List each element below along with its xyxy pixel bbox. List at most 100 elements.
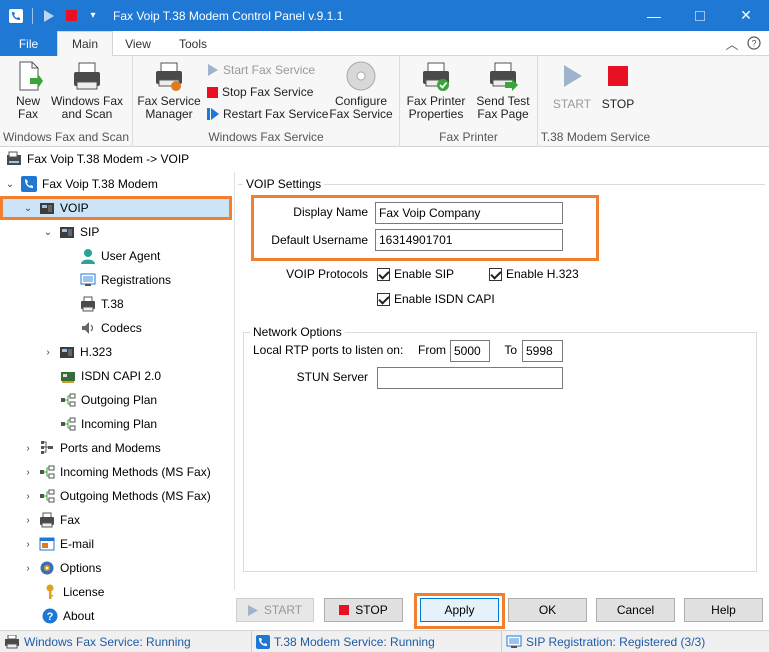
tree-item-root[interactable]: ⌄ Fax Voip T.38 Modem xyxy=(4,172,158,196)
minimize-icon[interactable]: — xyxy=(631,0,677,31)
tree-label: H.323 xyxy=(80,345,113,359)
help-button[interactable]: Help xyxy=(684,598,763,622)
enable-sip-checkbox[interactable]: Enable SIP xyxy=(377,267,454,281)
play-icon[interactable] xyxy=(39,6,59,26)
chevron-right-icon[interactable]: › xyxy=(22,467,34,478)
start-play-icon xyxy=(556,60,588,92)
status-text: Windows Fax Service: Running xyxy=(24,634,191,649)
close-icon[interactable]: ✕ xyxy=(723,0,769,31)
stop-icon xyxy=(339,605,350,615)
stop-fax-service-button[interactable]: Stop Fax Service xyxy=(207,85,313,99)
tab-file[interactable]: File xyxy=(0,31,57,56)
restart-fax-service-button[interactable]: Restart Fax Service xyxy=(207,107,328,121)
stun-server-field[interactable] xyxy=(377,367,563,389)
tree-item-isdn-capi[interactable]: ISDN CAPI 2.0 xyxy=(60,364,161,388)
stop-fax-service-label: Stop Fax Service xyxy=(222,85,314,99)
stun-server-label: STUN Server xyxy=(296,370,368,384)
tree-label: Options xyxy=(60,561,102,575)
h323-server-icon xyxy=(60,347,74,358)
chevron-right-icon[interactable]: › xyxy=(22,491,34,502)
chevron-right-icon[interactable]: › xyxy=(22,515,34,526)
chevron-down-icon[interactable]: ⌄ xyxy=(22,203,34,214)
status-text: SIP Registration: Registered (3/3) xyxy=(526,634,706,649)
chevron-down-icon[interactable]: ⌄ xyxy=(4,179,16,190)
tab-view[interactable]: View xyxy=(115,31,161,56)
qat-dropdown-icon[interactable]: ▾ xyxy=(83,6,103,26)
ok-button[interactable]: OK xyxy=(508,598,587,622)
tree-label: E-mail xyxy=(60,537,95,551)
tree-label: About xyxy=(63,609,95,623)
collapse-ribbon-icon[interactable]: ︿ xyxy=(725,35,739,52)
tree-item-fax[interactable]: › Fax xyxy=(22,508,80,532)
tab-tools[interactable]: Tools xyxy=(168,31,218,56)
maximize-icon[interactable] xyxy=(677,0,723,31)
fax-printer-properties-button[interactable]: Fax Printer Properties xyxy=(405,60,467,121)
tree-label: Outgoing Methods (MS Fax) xyxy=(60,489,211,503)
tree-item-license[interactable]: License xyxy=(42,580,104,604)
chevron-right-icon[interactable]: › xyxy=(22,563,34,574)
chevron-right-icon[interactable]: › xyxy=(42,347,54,358)
restart-icon xyxy=(207,108,219,120)
tree-item-email[interactable]: › E-mail xyxy=(22,532,94,556)
chevron-right-icon[interactable]: › xyxy=(22,539,34,550)
tree-item-incoming-methods[interactable]: › Incoming Methods (MS Fax) xyxy=(22,460,210,484)
group-label: Windows Fax and Scan xyxy=(2,130,130,144)
tree-item-about[interactable]: ? About xyxy=(42,604,94,628)
app-phone-icon[interactable] xyxy=(6,6,26,26)
tree-item-outgoing-plan[interactable]: Outgoing Plan xyxy=(60,388,157,412)
tree-item-t38[interactable]: T.38 xyxy=(80,292,124,316)
enable-isdn-capi-checkbox[interactable]: Enable ISDN CAPI xyxy=(377,292,495,306)
tree-item-user-agent[interactable]: User Agent xyxy=(80,244,160,268)
cancel-button[interactable]: Cancel xyxy=(596,598,675,622)
apply-button[interactable]: Apply xyxy=(420,598,499,622)
configure-fax-service-button[interactable]: Configure Fax Service xyxy=(329,60,393,121)
tab-main[interactable]: Main xyxy=(57,31,113,57)
routing-plan-icon xyxy=(61,393,76,407)
svg-text:?: ? xyxy=(47,611,54,623)
rtp-from-field[interactable]: 5000 xyxy=(450,340,490,362)
group-label: Windows Fax Service xyxy=(208,130,324,144)
fax-modem-icon xyxy=(7,151,21,165)
t38-start-button[interactable]: START xyxy=(550,60,594,111)
new-fax-button[interactable]: New Fax xyxy=(6,60,50,121)
enable-h323-checkbox[interactable]: Enable H.323 xyxy=(489,267,579,281)
stop-icon[interactable] xyxy=(61,6,81,26)
isdn-card-icon xyxy=(61,372,75,383)
help-icon[interactable]: ? xyxy=(747,35,761,51)
chevron-right-icon[interactable]: › xyxy=(22,443,34,454)
checkbox-checked-icon xyxy=(377,267,390,281)
tree-item-options[interactable]: › Options xyxy=(22,556,101,580)
default-username-field[interactable]: 16314901701 xyxy=(375,229,563,251)
tree-item-h323[interactable]: › H.323 xyxy=(42,340,112,364)
windows-fax-and-scan-button[interactable]: Windows Fax and Scan xyxy=(50,60,124,121)
tree-item-incoming-plan[interactable]: Incoming Plan xyxy=(60,412,157,436)
new-fax-icon xyxy=(12,60,44,92)
tree-item-registrations[interactable]: Registrations xyxy=(80,268,171,292)
enable-isdn-capi-label: Enable ISDN CAPI xyxy=(394,292,495,306)
breadcrumb-text: Fax Voip T.38 Modem -> VOIP xyxy=(27,152,190,166)
fax-machine-icon xyxy=(71,60,103,92)
chevron-down-icon[interactable]: ⌄ xyxy=(42,227,54,238)
tree-item-ports-and-modems[interactable]: › Ports and Modems xyxy=(22,436,161,460)
fax-printer-properties-label: Fax Printer Properties xyxy=(406,94,466,121)
fax-service-manager-icon xyxy=(153,60,185,92)
fax-service-manager-button[interactable]: Fax Service Manager xyxy=(137,60,201,121)
printer-properties-icon xyxy=(420,60,452,92)
tree-item-voip[interactable]: ⌄ VOIP xyxy=(22,196,89,220)
breadcrumb: Fax Voip T.38 Modem -> VOIP xyxy=(0,148,769,170)
stop-button[interactable]: STOP xyxy=(324,598,403,622)
group-windows-fax-and-scan: New Fax Windows Fax and Scan Windows Fax… xyxy=(0,56,133,147)
apply-button-label: Apply xyxy=(444,603,475,617)
t38-stop-button[interactable]: STOP xyxy=(596,60,640,111)
display-name-label: Display Name xyxy=(293,205,368,219)
window-title: Fax Voip T.38 Modem Control Panel v.9.1.… xyxy=(113,8,344,23)
tree-item-codecs[interactable]: Codecs xyxy=(80,316,142,340)
rtp-to-field[interactable]: 5998 xyxy=(522,340,563,362)
start-button[interactable]: START xyxy=(236,598,314,622)
ribbon-tabs: File Main View Tools ︿ ? xyxy=(0,31,769,57)
start-fax-service-button[interactable]: Start Fax Service xyxy=(207,63,315,77)
display-name-field[interactable]: Fax Voip Company xyxy=(375,202,563,224)
tree-item-outgoing-methods[interactable]: › Outgoing Methods (MS Fax) xyxy=(22,484,211,508)
tree-item-sip[interactable]: ⌄ SIP xyxy=(42,220,100,244)
send-test-fax-page-button[interactable]: Send Test Fax Page xyxy=(473,60,533,121)
